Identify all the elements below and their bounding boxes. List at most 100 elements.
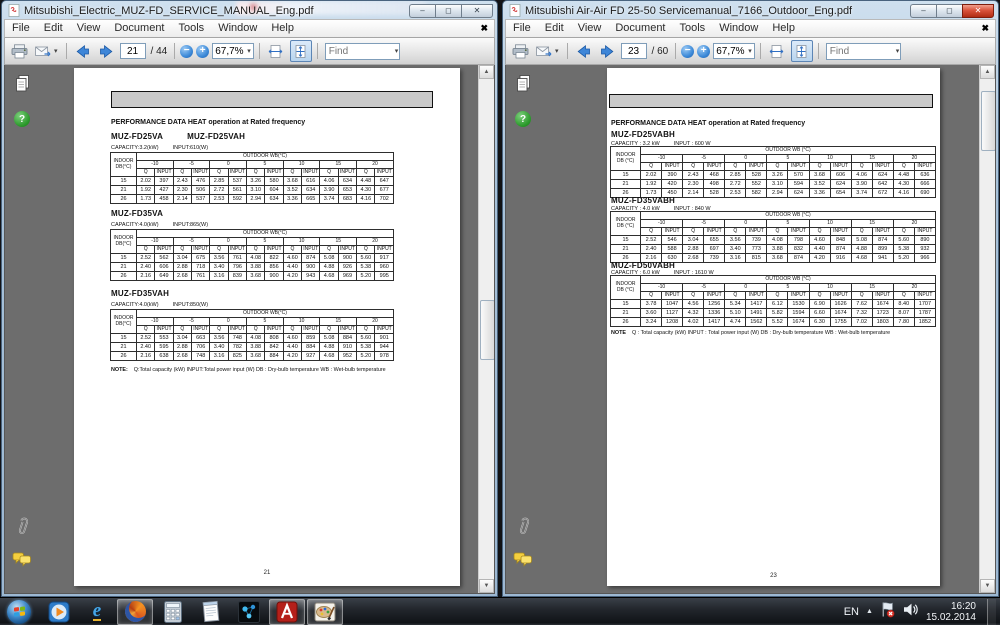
zoom-level-select[interactable]: ▾ [713, 43, 755, 59]
scroll-down-arrow[interactable]: ▼ [980, 579, 995, 593]
menu-item-document[interactable]: Document [608, 21, 672, 36]
outdoor-wb-header: OUTDOOR WB (°C) [640, 275, 936, 284]
comments-icon[interactable] [12, 549, 32, 569]
table-row: 21 3.60 1127 4.32 1336 5.10 1491 5.82 1594 6.60 16… [610, 308, 937, 318]
attachments-icon[interactable] [12, 515, 32, 535]
windows-media-player-icon[interactable] [41, 599, 77, 625]
start-button[interactable] [4, 599, 34, 625]
fit-width-button[interactable] [265, 40, 287, 62]
comments-icon[interactable] [513, 549, 533, 569]
adobe-reader-icon[interactable] [269, 598, 305, 625]
scrollbar-thumb[interactable] [981, 91, 995, 151]
vertical-scrollbar[interactable]: ▲ ▼ [478, 65, 494, 593]
firefox-icon[interactable] [117, 598, 153, 625]
menu-item-edit[interactable]: Edit [538, 21, 571, 36]
calculator-icon[interactable] [155, 599, 191, 625]
vertical-scrollbar[interactable]: ▲ ▼ [979, 65, 995, 593]
action-center-flag-icon[interactable] [880, 601, 895, 623]
maximize-button[interactable]: ◻ [936, 3, 962, 18]
minimize-button[interactable]: – [409, 3, 435, 18]
table-cell: 3.24 [639, 317, 663, 327]
menu-item-view[interactable]: View [70, 21, 108, 36]
menu-item-file[interactable]: File [506, 21, 538, 36]
next-page-button[interactable] [597, 41, 618, 61]
notepad-icon[interactable] [193, 599, 229, 625]
scroll-down-arrow[interactable]: ▼ [479, 579, 494, 593]
find-input[interactable] [325, 45, 394, 57]
volume-speaker-icon[interactable] [902, 602, 919, 622]
temp-header-cell: 5 [766, 283, 810, 292]
print-button[interactable] [510, 41, 531, 61]
zoom-in-button[interactable]: + [196, 44, 210, 58]
pages-icon[interactable] [12, 73, 32, 93]
howto-help-icon[interactable]: ? [513, 109, 533, 129]
zoom-level-input[interactable] [715, 45, 748, 57]
pages-icon[interactable] [513, 73, 533, 93]
paint-icon[interactable] [307, 598, 343, 625]
menu-item-document[interactable]: Document [107, 21, 171, 36]
previous-page-button[interactable] [573, 41, 594, 61]
email-button[interactable]: ▾ [534, 41, 562, 61]
tray-language[interactable]: EN [844, 606, 859, 618]
scrollbar-thumb[interactable] [480, 300, 494, 360]
zoom-out-button[interactable]: − [180, 44, 194, 58]
tray-clock[interactable]: 16:20 15.02.2014 [926, 601, 980, 623]
menubar-close-icon[interactable]: ✖ [474, 23, 494, 34]
menubar-close-icon[interactable]: ✖ [975, 23, 995, 34]
menu-item-edit[interactable]: Edit [37, 21, 70, 36]
performance-table-wrap: INDOOR DB(°C) OUTDOOR WB(°C) -10 -5 0 5 10 15 20 Q… [110, 152, 394, 204]
fit-page-button[interactable] [289, 40, 312, 62]
print-button[interactable] [9, 41, 30, 61]
menu-item-tools[interactable]: Tools [673, 21, 713, 36]
table-cell: 5.10 [724, 308, 747, 318]
minimize-button[interactable]: – [910, 3, 936, 18]
zoom-in-button[interactable]: + [697, 44, 711, 58]
table-row: 26 1.73 458 2.14 537 2.53 592 2.94 634 3.36 665 3.7… [110, 194, 394, 204]
table-cell: 570 [787, 170, 810, 180]
scroll-up-arrow[interactable]: ▲ [980, 65, 995, 79]
hidden-icons-button[interactable]: ▲ [866, 608, 873, 615]
close-button[interactable]: ✕ [962, 3, 994, 18]
next-page-button[interactable] [96, 41, 117, 61]
table-row: 21 2.40 606 2.88 718 3.40 796 3.88 856 4.40 900 4.8… [110, 262, 394, 272]
fit-width-button[interactable] [766, 40, 788, 62]
find-input[interactable] [826, 45, 895, 57]
q-input-header-cell: INPUT [829, 291, 852, 300]
molecule-app-icon[interactable] [231, 599, 267, 625]
indoor-db-cell: 21 [610, 179, 641, 189]
menu-item-tools[interactable]: Tools [172, 21, 212, 36]
menu-item-help[interactable]: Help [765, 21, 802, 36]
zoom-out-button[interactable]: − [681, 44, 695, 58]
q-input-header-cell: Q [892, 291, 915, 300]
indoor-db-cell: 21 [110, 185, 137, 195]
menu-item-window[interactable]: Window [712, 21, 765, 36]
find-caret-icon[interactable]: ▾ [394, 47, 400, 55]
fit-page-button[interactable] [790, 40, 813, 62]
maximize-button[interactable]: ◻ [435, 3, 461, 18]
q-input-header-cell: Q [808, 162, 831, 171]
page-number-input[interactable] [119, 43, 146, 59]
indoor-db-header: INDOOR DB (°C) [610, 211, 641, 236]
performance-table: INDOOR DB (°C) OUTDOOR WB (°C) -10 -5 0 5 10 15 2… [610, 146, 937, 198]
title-bar[interactable]: Mitsubishi Air-Air FD 25-50 Servicemanua… [505, 1, 996, 19]
previous-page-button[interactable] [72, 41, 93, 61]
email-button[interactable]: ▾ [33, 41, 61, 61]
close-button[interactable]: ✕ [461, 3, 493, 18]
zoom-level-input[interactable] [214, 45, 247, 57]
menu-item-window[interactable]: Window [211, 21, 264, 36]
scroll-up-arrow[interactable]: ▲ [479, 65, 494, 79]
zoom-level-select[interactable]: ▾ [212, 43, 254, 59]
find-caret-icon[interactable]: ▾ [895, 47, 901, 55]
page-number-input[interactable] [620, 43, 647, 59]
attachments-icon[interactable] [513, 515, 533, 535]
title-bar[interactable]: Mitsubishi_Electric_MUZ-FD_SERVICE_MANUA… [4, 1, 495, 19]
redacted-header-bar [609, 94, 933, 108]
performance-table-wrap: INDOOR DB(°C) OUTDOOR WB(°C) -10 -5 0 5 10 15 20 Q… [110, 309, 394, 361]
show-desktop-button[interactable] [987, 598, 996, 625]
q-input-header-cell: Q [246, 325, 266, 334]
howto-help-icon[interactable]: ? [12, 109, 32, 129]
internet-explorer-icon[interactable]: e [79, 599, 115, 625]
menu-item-view[interactable]: View [571, 21, 609, 36]
menu-item-file[interactable]: File [5, 21, 37, 36]
menu-item-help[interactable]: Help [264, 21, 301, 36]
